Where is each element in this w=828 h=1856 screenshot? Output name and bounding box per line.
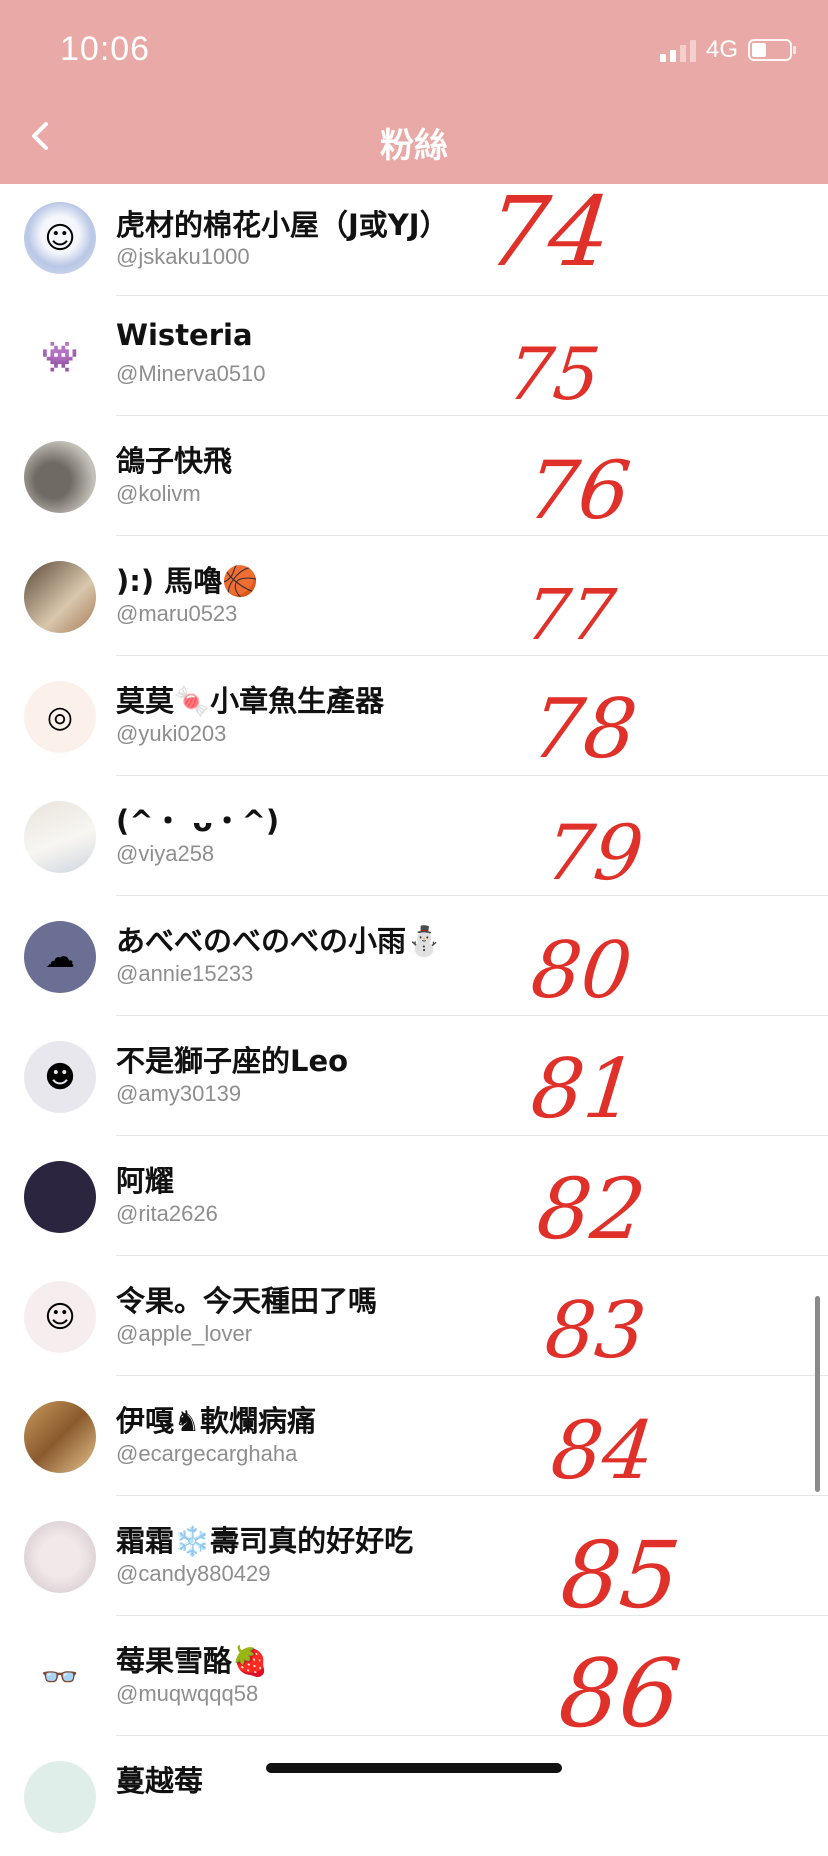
plush-pair-avatar[interactable]	[24, 441, 96, 513]
follower-handle: @kolivm	[116, 481, 201, 506]
follower-row[interactable]: (^・ ᴗ・^) @viya258 79	[0, 776, 828, 897]
follower-name: 莫莫🍬小章魚生產器	[116, 684, 385, 718]
follower-handle: @apple_lover	[116, 1321, 253, 1346]
follower-row[interactable]: 阿耀 @rita2626 82	[0, 1136, 828, 1258]
page-title: 粉絲	[380, 126, 448, 166]
follower-row[interactable]: 霜霜❄️壽司真的好好吃 @candy880429 85	[0, 1496, 828, 1629]
cartoon-character-avatar[interactable]: ☺	[24, 1281, 96, 1353]
follower-name: (^・ ᴗ・^)	[116, 804, 280, 838]
handwritten-number-annotation: 78	[527, 682, 642, 777]
handwritten-number-annotation: 74	[482, 176, 617, 288]
follower-name: 阿耀	[116, 1164, 175, 1198]
follower-handle: @candy880429	[116, 1561, 271, 1586]
follower-row[interactable]: ☻ 不是獅子座的Leo @amy30139 81	[0, 1016, 828, 1137]
pink-face-avatar[interactable]: 👓	[24, 1641, 96, 1713]
storm-cloud-avatar[interactable]: ☁	[24, 921, 96, 993]
cellular-signal-icon	[659, 38, 696, 62]
follower-name: 不是獅子座的Leo	[116, 1044, 349, 1078]
doll-avatar[interactable]	[24, 1521, 96, 1593]
status-indicators: 4G	[659, 36, 796, 64]
handwritten-number-annotation: 84	[547, 1404, 659, 1497]
follower-row[interactable]: ):) 馬嚕🏀 @maru0523 77	[0, 536, 828, 656]
follower-row[interactable]: 👾 Wisteria @Minerva0510 75	[0, 296, 828, 416]
home-indicator	[266, 1763, 562, 1773]
partial-avatar[interactable]	[24, 1761, 96, 1833]
handwritten-number-annotation: 81	[527, 1042, 642, 1137]
follower-name: ):) 馬嚕🏀	[116, 564, 259, 598]
status-time: 10:06	[60, 30, 151, 68]
follower-name: 令果。今天種田了嗎	[116, 1284, 378, 1318]
handwritten-number-annotation: 77	[521, 574, 620, 656]
handwritten-number-annotation: 75	[503, 332, 605, 416]
follower-row[interactable]: ☁ あべべのべのべの小雨⛄ @annie15233 80	[0, 896, 828, 1016]
top-bar: 10:06 4G 粉絲	[0, 0, 828, 184]
follower-handle: @ecargecarghaha	[116, 1441, 298, 1466]
handwritten-number-annotation: 86	[554, 1640, 686, 1749]
follower-row[interactable]: 伊嘎♞軟爛病痛 @ecargecarghaha 84	[0, 1376, 828, 1497]
photo-avatar[interactable]	[24, 561, 96, 633]
cat-plush-avatar[interactable]	[24, 801, 96, 873]
follower-row[interactable]: ◎ 莫莫🍬小章魚生產器 @yuki0203 78	[0, 656, 828, 777]
follower-name: 伊嘎♞軟爛病痛	[116, 1404, 316, 1438]
plush-doll-avatar[interactable]: ☺	[24, 202, 96, 274]
follower-handle: @rita2626	[116, 1201, 218, 1226]
ghost-monster-avatar[interactable]: 👾	[24, 321, 96, 393]
follower-name: Wisteria	[116, 318, 253, 352]
handwritten-number-annotation: 80	[527, 926, 636, 1016]
follower-handle: @viya258	[116, 841, 215, 866]
follower-row[interactable]: 蔓越莓	[0, 1736, 828, 1856]
plush-autumn-avatar[interactable]	[24, 1401, 96, 1473]
handwritten-number-annotation: 82	[532, 1160, 651, 1258]
follower-handle: @annie15233	[116, 961, 254, 986]
handwritten-number-annotation: 79	[541, 808, 648, 897]
follower-row[interactable]: 👓 莓果雪酪🍓 @muqwqqq58 86	[0, 1616, 828, 1749]
follower-handle: @muqwqqq58	[116, 1681, 259, 1706]
follower-handle: @Minerva0510	[116, 361, 266, 386]
handwritten-number-annotation: 83	[541, 1286, 650, 1376]
battery-icon	[748, 39, 796, 61]
follower-handle: @yuki0203	[116, 721, 227, 746]
follower-name: 莓果雪酪🍓	[116, 1644, 269, 1678]
follower-list: ☺ 虎材的棉花小屋（J或YJ） @jskaku1000 74 👾 Wisteria @Min…	[0, 176, 828, 1856]
follower-handle: @maru0523	[116, 601, 238, 626]
follower-handle: @amy30139	[116, 1081, 242, 1106]
follower-name: あべべのべのべの小雨⛄	[116, 924, 443, 958]
follower-row[interactable]: ☺ 虎材的棉花小屋（J或YJ） @jskaku1000 74	[0, 176, 828, 296]
follower-row[interactable]: 鴿子快飛 @kolivm 76	[0, 416, 828, 537]
scrollbar[interactable]	[815, 1296, 820, 1492]
cartoon-girl-avatar[interactable]: ☻	[24, 1041, 96, 1113]
follower-name: 虎材的棉花小屋（J或YJ）	[116, 208, 449, 242]
network-type: 4G	[705, 36, 738, 63]
follower-name: 霜霜❄️壽司真的好好吃	[116, 1524, 414, 1558]
follower-name: 蔓越莓	[116, 1764, 204, 1798]
handwritten-number-annotation: 76	[523, 444, 635, 537]
follower-handle: @jskaku1000	[116, 244, 250, 269]
swirl-avatar[interactable]: ◎	[24, 681, 96, 753]
purple-character-avatar[interactable]	[24, 1161, 96, 1233]
follower-name: 鴿子快飛	[116, 444, 233, 478]
handwritten-number-annotation: 85	[556, 1522, 685, 1629]
follower-row[interactable]: ☺ 令果。今天種田了嗎 @apple_lover 83	[0, 1256, 828, 1376]
